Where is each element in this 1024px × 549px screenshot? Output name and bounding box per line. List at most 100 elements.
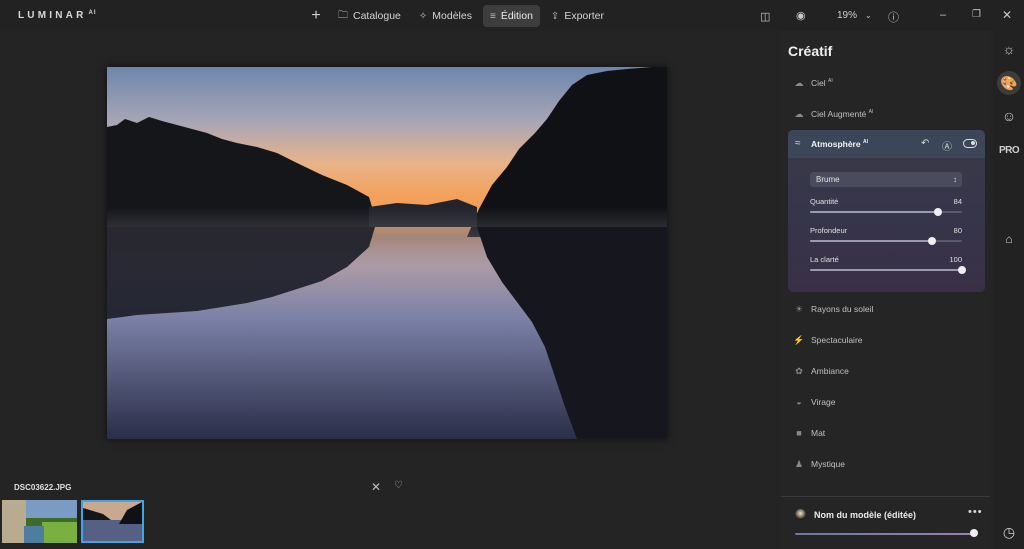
slider-fill	[810, 269, 962, 271]
waves-icon: ≈	[795, 138, 801, 149]
select-value: Brume	[816, 175, 840, 184]
nav-exporter[interactable]: ⇪ Exporter	[544, 5, 611, 27]
slider-value: 100	[949, 255, 962, 264]
lightning-icon: ⚡	[793, 334, 805, 345]
tool-ciel-augmente[interactable]: ☁ Ciel Augmenté AI	[794, 106, 874, 122]
quantite-slider[interactable]	[810, 208, 962, 216]
luminar-window: LUMINAR AI + 🗀 Catalogue ✧ Modèles ≡ Édit…	[0, 0, 1024, 549]
chevron-down-icon: ⌄	[865, 11, 872, 20]
panel-title: Créatif	[788, 43, 833, 59]
filmstrip-thumbnail-selected[interactable]	[81, 500, 144, 543]
close-window-icon[interactable]: ✕	[1002, 8, 1012, 22]
share-icon: ⇪	[550, 10, 560, 22]
nav-edition[interactable]: ≡ Édition	[482, 5, 540, 27]
portrait-face-icon[interactable]: ☺	[997, 104, 1021, 128]
tool-ciel[interactable]: ☁ Ciel AI	[794, 75, 833, 91]
nav-modeles[interactable]: ✧ Modèles	[412, 5, 479, 27]
compare-icon[interactable]: ◫	[760, 10, 770, 23]
sparkle-icon: ✧	[418, 10, 428, 22]
preset-name: Nom du modèle (éditée)	[814, 510, 917, 520]
ai-mask-icon[interactable]: Ⓐ	[942, 138, 952, 153]
nav-edition-label: Édition	[500, 10, 533, 22]
preset-amount-slider[interactable]	[795, 533, 975, 535]
atmosphere-header[interactable]: ≈ Atmosphère AI ↶ Ⓐ	[788, 130, 985, 158]
tool-label: Virage	[811, 397, 836, 407]
logo-text: LUMINAR	[18, 10, 87, 21]
restore-icon[interactable]: ❐	[972, 9, 981, 20]
atmosphere-type-select[interactable]: Brume ↕	[810, 172, 962, 187]
preset-amount-knob[interactable]	[970, 529, 978, 537]
filmstrip-thumbnail[interactable]	[2, 500, 77, 543]
nav-catalogue-label: Catalogue	[353, 10, 401, 22]
slider-fill	[810, 211, 938, 213]
slider-knob[interactable]	[927, 237, 936, 245]
clarte-slider[interactable]	[810, 266, 966, 274]
minimize-icon[interactable]: –	[940, 9, 946, 21]
ambiance-icon: ✿	[795, 365, 803, 376]
matte-icon: ■	[796, 428, 802, 438]
tool-toggle[interactable]	[963, 139, 977, 148]
tool-label: Ciel Augmenté AI	[811, 109, 874, 119]
tool-label: Spectaculaire	[811, 335, 863, 345]
essentials-sun-icon[interactable]: ☼	[997, 37, 1021, 61]
chevron-updown-icon: ↕	[953, 175, 957, 184]
folder-icon: 🗀	[338, 9, 348, 21]
tool-label: Mat	[811, 428, 826, 438]
nav-catalogue[interactable]: 🗀 Catalogue	[331, 5, 408, 27]
tool-category-rail: ☼ 🎨 ☺ PRO ⌂ ◷	[993, 31, 1024, 549]
cloud-plus-icon: ☁	[794, 108, 804, 119]
undo-icon[interactable]: ↶	[921, 138, 929, 149]
tool-mat[interactable]: ■ Mat	[794, 425, 825, 441]
slider-label: Profondeur	[810, 226, 848, 235]
cloud-icon: ☁	[794, 77, 804, 88]
preset-footer: Nom du modèle (éditée) •••	[781, 496, 990, 549]
slider-value: 80	[953, 226, 962, 235]
atmosphere-tool-card: ≈ Atmosphère AI ↶ Ⓐ Brume ↕ Quantité 84 …	[788, 130, 985, 292]
tool-label: Ambiance	[811, 366, 849, 376]
zoom-value: 19%	[837, 10, 858, 21]
favorite-heart-icon[interactable]: ♡	[394, 480, 403, 491]
slider-label: Quantité	[810, 197, 839, 206]
tool-label: Rayons du soleil	[811, 304, 874, 314]
zoom-dropdown[interactable]: 19% ⌄	[837, 10, 872, 21]
extensions-icon[interactable]: ⌂	[997, 227, 1021, 251]
help-icon[interactable]: ⓘ	[888, 9, 899, 25]
slider-value: 84	[953, 197, 962, 206]
creative-palette-icon[interactable]: 🎨	[997, 71, 1021, 95]
atmosphere-title: Atmosphère AI	[811, 139, 868, 149]
slider-fill	[810, 240, 932, 242]
reject-icon[interactable]: ✕	[371, 480, 381, 494]
main-nav: + 🗀 Catalogue ✧ Modèles ≡ Édition ⇪ Expo…	[305, 5, 611, 27]
slider-knob[interactable]	[933, 208, 942, 216]
more-options-icon[interactable]: •••	[968, 506, 983, 518]
nav-exporter-label: Exporter	[564, 10, 604, 22]
tool-label: Mystique	[811, 459, 846, 469]
tool-mystique[interactable]: ♟ Mystique	[794, 456, 845, 472]
nav-modeles-label: Modèles	[432, 10, 472, 22]
history-clock-icon[interactable]: ◷	[997, 520, 1021, 544]
pro-tools-icon[interactable]: PRO	[999, 145, 1020, 156]
tool-virage[interactable]: ◒ Virage	[794, 394, 835, 410]
thumbnail-image	[2, 500, 77, 543]
logo-sup: AI	[88, 10, 97, 16]
tool-ambiance[interactable]: ✿ Ambiance	[794, 363, 849, 379]
app-logo: LUMINAR AI	[18, 10, 97, 21]
photo-image	[107, 67, 667, 439]
thumbnail-image	[83, 502, 142, 541]
add-photos-button[interactable]: +	[305, 5, 327, 27]
tool-label: Ciel AI	[811, 78, 833, 88]
tool-spectaculaire[interactable]: ⚡ Spectaculaire	[793, 332, 863, 348]
sun-rays-icon: ☀	[794, 303, 804, 314]
toning-icon: ◒	[796, 397, 802, 407]
slider-label: La clarté	[810, 255, 839, 264]
tool-rayons-du-soleil[interactable]: ☀ Rayons du soleil	[794, 301, 873, 317]
profondeur-slider[interactable]	[810, 237, 962, 245]
mystic-icon: ♟	[794, 458, 804, 469]
creative-panel: Créatif ☁ Ciel AI ☁ Ciel Augmenté AI ≈ A…	[781, 31, 990, 549]
slider-knob[interactable]	[958, 266, 966, 274]
eye-icon[interactable]: ◉	[796, 9, 806, 22]
photo-filename: DSC03622.JPG	[14, 483, 72, 492]
preset-thumbnail	[795, 509, 806, 520]
top-bar: LUMINAR AI + 🗀 Catalogue ✧ Modèles ≡ Édit…	[0, 0, 1024, 31]
main-photo[interactable]	[107, 67, 667, 439]
